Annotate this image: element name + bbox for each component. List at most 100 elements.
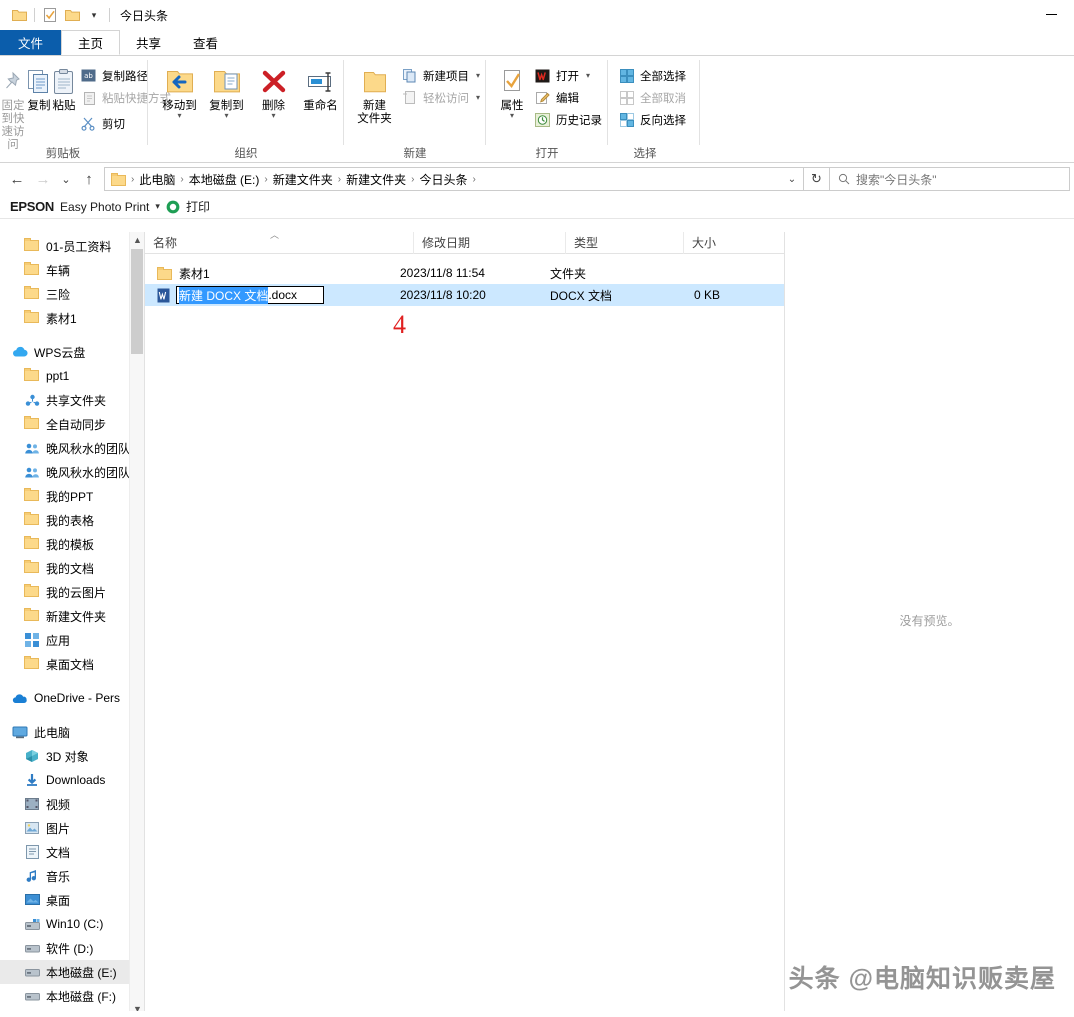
breadcrumb-separator[interactable]: ›: [471, 174, 476, 185]
sidebar-item-onedrive[interactable]: OneDrive - Pers: [0, 686, 144, 710]
sidebar-scrollbar[interactable]: ▲ ▼: [129, 232, 144, 1017]
sidebar-item-win10-c[interactable]: Win10 (C:): [0, 912, 144, 936]
sidebar-item-my-cloud-pictures[interactable]: 我的云图片: [0, 580, 144, 604]
sidebar-item-drive-f[interactable]: 本地磁盘 (F:): [0, 984, 144, 1008]
sidebar-item-ppt1[interactable]: ppt1: [0, 364, 144, 388]
sidebar-item-downloads[interactable]: Downloads: [0, 768, 144, 792]
sidebar-item-my-templates[interactable]: 我的模板: [0, 532, 144, 556]
tab-share[interactable]: 共享: [120, 30, 177, 55]
sidebar-item-wps-cloud[interactable]: WPS云盘: [0, 340, 144, 364]
properties-button[interactable]: 属性 ▾: [494, 60, 530, 120]
sidebar-item-vehicle[interactable]: 车辆: [0, 258, 144, 282]
sidebar-item-videos[interactable]: 视频: [0, 792, 144, 816]
videos-icon: [24, 796, 40, 812]
rename-button[interactable]: 重命名: [297, 60, 344, 113]
sidebar-item-new-folder[interactable]: 新建文件夹: [0, 604, 144, 628]
sidebar-item-01-employee[interactable]: 01-员工资料: [0, 234, 144, 258]
chevron-down-icon[interactable]: ▾: [476, 71, 480, 79]
refresh-button[interactable]: ↻: [804, 167, 830, 191]
epson-print-label[interactable]: 打印: [186, 198, 210, 215]
new-folder-icon[interactable]: [61, 4, 83, 26]
chevron-down-icon[interactable]: ▾: [224, 112, 228, 120]
column-header-type[interactable]: 类型: [565, 231, 683, 254]
tab-home[interactable]: 主页: [61, 30, 121, 55]
select-none-button[interactable]: 全部取消: [616, 87, 692, 108]
recent-locations-chevron-down-icon[interactable]: ⌄: [56, 166, 76, 192]
sidebar-item-team-1[interactable]: 晚风秋水的团队: [0, 436, 144, 460]
copy-button[interactable]: 复制: [26, 60, 52, 113]
sidebar-item-desktop[interactable]: 桌面: [0, 888, 144, 912]
epson-chevron-down-icon[interactable]: ▾: [155, 201, 160, 212]
sidebar-item-label: 我的云图片: [46, 585, 107, 600]
tab-view[interactable]: 查看: [177, 30, 234, 55]
folder-icon[interactable]: [8, 4, 30, 26]
breadcrumb[interactable]: › 此电脑 › 本地磁盘 (E:) › 新建文件夹 › 新建文件夹 › 今日头条…: [104, 167, 804, 191]
epson-product-label: Easy Photo Print: [60, 199, 150, 214]
minimize-button[interactable]: [1029, 0, 1074, 29]
chevron-down-icon[interactable]: ▾: [177, 112, 181, 120]
sidebar-item-auto-sync[interactable]: 全自动同步: [0, 412, 144, 436]
new-folder-button[interactable]: 新建 文件夹: [354, 60, 395, 126]
delete-button[interactable]: 删除 ▾: [250, 60, 297, 120]
breadcrumb-item-3[interactable]: 新建文件夹: [342, 171, 410, 188]
copy-to-button[interactable]: 复制到 ▾: [203, 60, 250, 120]
forward-button[interactable]: →: [30, 166, 56, 192]
ribbon-group-organize: 移动到 ▾ 复制到 ▾ 删除 ▾ 重命名 组织: [148, 56, 344, 163]
file-date: 2023/11/8 11:54: [400, 266, 485, 280]
invert-selection-button[interactable]: 反向选择: [616, 109, 692, 130]
tab-file[interactable]: 文件: [0, 30, 62, 55]
easy-access-button[interactable]: 轻松访问 ▾: [399, 87, 486, 108]
sidebar-item-music[interactable]: 音乐: [0, 864, 144, 888]
sidebar-item-this-pc[interactable]: 此电脑: [0, 720, 144, 744]
rename-input[interactable]: 新建 DOCX 文档 .docx: [176, 286, 324, 304]
breadcrumb-item-1[interactable]: 本地磁盘 (E:): [185, 171, 264, 188]
open-button[interactable]: 打开 ▾: [532, 65, 608, 86]
back-button[interactable]: ←: [4, 166, 30, 192]
table-row[interactable]: 素材1 2023/11/8 11:54 文件夹: [145, 262, 784, 284]
properties-check-icon[interactable]: [39, 4, 61, 26]
breadcrumb-item-2[interactable]: 新建文件夹: [269, 171, 337, 188]
up-button[interactable]: ↑: [76, 166, 102, 192]
pin-to-quick-access-button[interactable]: 固定到快 速访问: [0, 60, 26, 152]
sidebar-item-pictures[interactable]: 图片: [0, 816, 144, 840]
ribbon-group-label-select: 选择: [633, 148, 657, 160]
chevron-down-icon[interactable]: ▾: [271, 112, 275, 120]
new-item-button[interactable]: 新建项目 ▾: [399, 65, 486, 86]
address-dropdown-chevron-down-icon[interactable]: ⌄: [781, 167, 803, 191]
sidebar-item-desktop-documents[interactable]: 桌面文档: [0, 652, 144, 676]
breadcrumb-item-4[interactable]: 今日头条: [415, 171, 471, 188]
scroll-up-icon[interactable]: ▲: [130, 232, 144, 248]
team-icon: [24, 440, 40, 456]
scroll-thumb[interactable]: [131, 249, 143, 354]
paste-button[interactable]: 粘贴: [52, 60, 76, 113]
chevron-down-icon[interactable]: ▾: [586, 71, 590, 79]
customize-qat-chevron-down-icon[interactable]: ▾: [83, 4, 105, 26]
sidebar-item-team-2[interactable]: 晚风秋水的团队: [0, 460, 144, 484]
edit-button[interactable]: 编辑: [532, 87, 608, 108]
sidebar-item-shared-folder[interactable]: 共享文件夹: [0, 388, 144, 412]
sidebar-item-my-documents[interactable]: 我的文档: [0, 556, 144, 580]
search-input[interactable]: 搜索"今日头条": [830, 167, 1070, 191]
history-button[interactable]: 历史记录: [532, 109, 608, 130]
sidebar-item-documents[interactable]: 文档: [0, 840, 144, 864]
sidebar-item-material1[interactable]: 素材1: [0, 306, 144, 330]
column-header-date[interactable]: 修改日期: [413, 231, 565, 254]
sidebar-item-my-ppt[interactable]: 我的PPT: [0, 484, 144, 508]
select-all-button[interactable]: 全部选择: [616, 65, 692, 86]
chevron-down-icon[interactable]: ▾: [510, 112, 514, 120]
sidebar-item-apps[interactable]: 应用: [0, 628, 144, 652]
breadcrumb-item-0[interactable]: 此电脑: [135, 171, 179, 188]
sidebar-item-drive-d[interactable]: 软件 (D:): [0, 936, 144, 960]
move-to-button[interactable]: 移动到 ▾: [156, 60, 203, 120]
sidebar-item-insurance[interactable]: 三险: [0, 282, 144, 306]
table-row[interactable]: 新建 DOCX 文档 .docx 2023/11/8 10:20 DOCX 文档 …: [145, 284, 784, 306]
column-header-size[interactable]: 大小: [683, 231, 761, 254]
sidebar-item-3d-objects[interactable]: 3D 对象: [0, 744, 144, 768]
sidebar-item-label: 本地磁盘 (F:): [46, 989, 116, 1004]
folder-icon: [24, 310, 40, 326]
folder-icon: [24, 512, 40, 528]
sidebar-item-my-sheets[interactable]: 我的表格: [0, 508, 144, 532]
sidebar-item-drive-e[interactable]: 本地磁盘 (E:): [0, 960, 144, 984]
chevron-down-icon[interactable]: ▾: [476, 93, 480, 101]
